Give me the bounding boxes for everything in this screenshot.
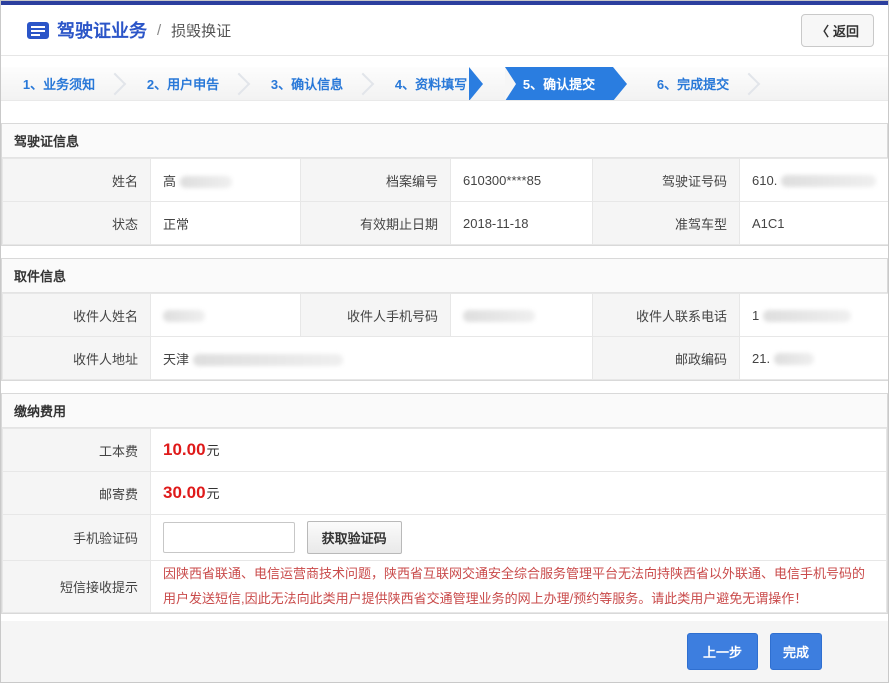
breadcrumb-current: 损毁换证 — [171, 20, 231, 41]
postcode-label: 邮政编码 — [593, 337, 740, 380]
status-label: 状态 — [3, 202, 151, 245]
page-title: 驾驶证业务 — [57, 17, 147, 43]
redacted-text — [763, 310, 851, 322]
active-step-arrow-icon — [469, 67, 483, 101]
step-1: 1、业务须知 — [1, 67, 117, 100]
fee-unit: 元 — [207, 443, 220, 458]
table-row: 收件人地址 天津 邮政编码 21. — [3, 337, 889, 380]
cost-fee-value: 10.00元 — [151, 429, 887, 472]
section-license-info: 驾驶证信息 姓名 高 档案编号 610300****85 驾驶证号码 610. … — [1, 123, 888, 246]
sms-code-label: 手机验证码 — [3, 515, 151, 561]
class-label: 准驾车型 — [593, 202, 740, 245]
name-label: 姓名 — [3, 159, 151, 202]
step-3: 3、确认信息 — [249, 67, 365, 100]
sms-code-cell: 获取验证码 — [151, 515, 887, 561]
sms-notice-text: 因陕西省联通、电信运营商技术问题，陕西省互联网交通安全综合服务管理平台无法向持陕… — [163, 561, 874, 612]
header: 驾驶证业务 / 损毁换证 〈 返回 — [1, 5, 888, 56]
table-row: 短信接收提示 因陕西省联通、电信运营商技术问题，陕西省互联网交通安全综合服务管理… — [3, 561, 887, 613]
name-value: 高 — [151, 159, 301, 202]
table-row: 工本费 10.00元 — [3, 429, 887, 472]
license-card-icon — [27, 22, 49, 39]
table-row: 姓名 高 档案编号 610300****85 驾驶证号码 610. — [3, 159, 889, 202]
chevron-left-icon: 〈 — [816, 21, 829, 40]
fee-amount: 30.00 — [163, 483, 206, 502]
license-no-label: 驾驶证号码 — [593, 159, 740, 202]
redacted-text — [163, 310, 205, 322]
recipient-mobile-label: 收件人手机号码 — [301, 294, 451, 337]
section-pickup-info: 取件信息 收件人姓名 收件人手机号码 收件人联系电话 1 收件人地址 天津 邮政… — [1, 258, 888, 381]
finish-button[interactable]: 完成 — [770, 633, 822, 670]
section-title: 缴纳费用 — [2, 394, 887, 428]
address-value: 天津 — [151, 337, 593, 380]
sms-notice-label: 短信接收提示 — [3, 561, 151, 613]
table-row: 手机验证码 获取验证码 — [3, 515, 887, 561]
file-no-label: 档案编号 — [301, 159, 451, 202]
recipient-mobile-value — [451, 294, 593, 337]
redacted-text — [180, 176, 232, 188]
section-title: 取件信息 — [2, 259, 887, 293]
cost-fee-label: 工本费 — [3, 429, 151, 472]
step-2: 2、用户申告 — [125, 67, 241, 100]
back-button-label: 返回 — [833, 21, 859, 40]
postage-fee-value: 30.00元 — [151, 472, 887, 515]
table-row: 邮寄费 30.00元 — [3, 472, 887, 515]
class-value: A1C1 — [740, 202, 889, 245]
section-fees: 缴纳费用 工本费 10.00元 邮寄费 30.00元 手机验证码 获取验证码 短… — [1, 393, 888, 614]
steps-bar: 1、业务须知 2、用户申告 3、确认信息 4、资料填写 5、确认提交 6、完成提… — [1, 67, 888, 101]
breadcrumb: 驾驶证业务 / 损毁换证 — [27, 17, 231, 43]
expiry-label: 有效期止日期 — [301, 202, 451, 245]
page: 驾驶证业务 / 损毁换证 〈 返回 1、业务须知 2、用户申告 3、确认信息 4… — [0, 0, 889, 683]
steps-filler — [759, 67, 888, 100]
file-no-value: 610300****85 — [451, 159, 593, 202]
recipient-name-value — [151, 294, 301, 337]
step-6: 6、完成提交 — [635, 67, 751, 100]
redacted-text — [774, 353, 814, 365]
redacted-text — [463, 310, 535, 322]
address-label: 收件人地址 — [3, 337, 151, 380]
pickup-info-table: 收件人姓名 收件人手机号码 收件人联系电话 1 收件人地址 天津 邮政编码 21… — [2, 293, 889, 380]
recipient-name-label: 收件人姓名 — [3, 294, 151, 337]
license-no-value: 610. — [740, 159, 889, 202]
status-value: 正常 — [151, 202, 301, 245]
table-row: 状态 正常 有效期止日期 2018-11-18 准驾车型 A1C1 — [3, 202, 889, 245]
back-button[interactable]: 〈 返回 — [801, 14, 874, 47]
sms-code-input[interactable] — [163, 522, 295, 553]
get-sms-code-button[interactable]: 获取验证码 — [307, 521, 402, 554]
breadcrumb-separator: / — [157, 22, 161, 39]
fees-table: 工本费 10.00元 邮寄费 30.00元 手机验证码 获取验证码 短信接收提示… — [2, 428, 887, 613]
recipient-tel-label: 收件人联系电话 — [593, 294, 740, 337]
redacted-text — [781, 175, 876, 187]
section-title: 驾驶证信息 — [2, 124, 887, 158]
sms-notice-cell: 因陕西省联通、电信运营商技术问题，陕西省互联网交通安全综合服务管理平台无法向持陕… — [151, 561, 887, 613]
postcode-value: 21. — [740, 337, 889, 380]
previous-step-button[interactable]: 上一步 — [687, 633, 758, 670]
step-5-active: 5、确认提交 — [505, 67, 613, 100]
expiry-value: 2018-11-18 — [451, 202, 593, 245]
license-info-table: 姓名 高 档案编号 610300****85 驾驶证号码 610. 状态 正常 … — [2, 158, 889, 245]
recipient-tel-value: 1 — [740, 294, 889, 337]
redacted-text — [193, 354, 343, 366]
postage-fee-label: 邮寄费 — [3, 472, 151, 515]
footer-action-bar: 上一步 完成 — [1, 621, 888, 682]
table-row: 收件人姓名 收件人手机号码 收件人联系电话 1 — [3, 294, 889, 337]
fee-amount: 10.00 — [163, 440, 206, 459]
fee-unit: 元 — [207, 486, 220, 501]
